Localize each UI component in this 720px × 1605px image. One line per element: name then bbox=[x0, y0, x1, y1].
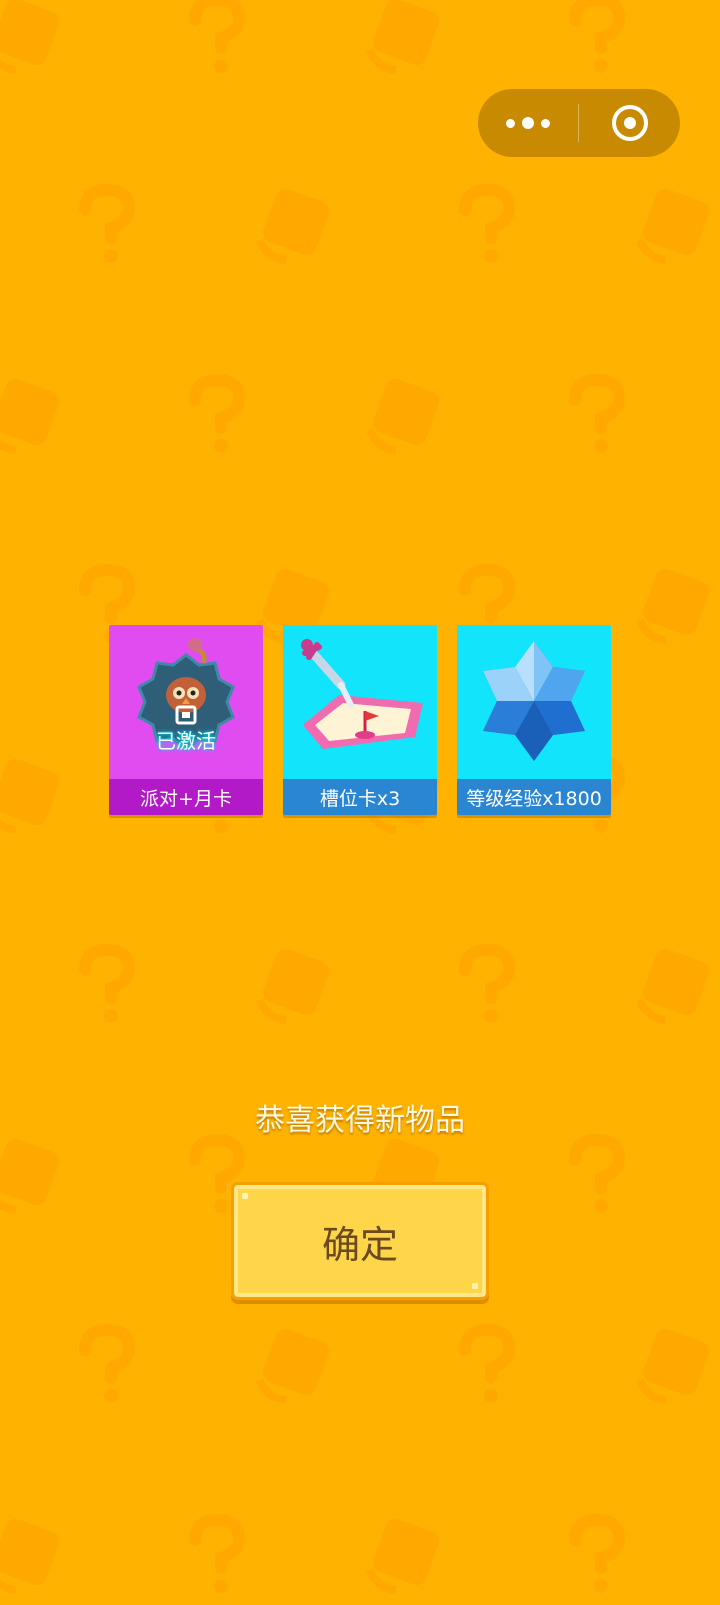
gift-box-icon bbox=[0, 758, 60, 834]
gift-box-icon bbox=[0, 378, 60, 454]
gift-box-icon bbox=[256, 188, 330, 264]
congrats-message: 恭喜获得新物品 bbox=[255, 1103, 465, 1138]
mini-program-capsule bbox=[478, 89, 680, 157]
gift-box-icon bbox=[366, 0, 440, 74]
owl-badge-icon bbox=[137, 638, 235, 751]
question-mark-icon bbox=[189, 1513, 246, 1593]
confirm-label: 确定 bbox=[321, 1222, 398, 1267]
map-dagger-icon bbox=[301, 639, 423, 749]
gift-box-icon bbox=[0, 1138, 60, 1214]
question-mark-icon bbox=[79, 1323, 136, 1403]
reward-items: 已激活 派对+月卡 槽位卡x3 等级经验x1800 bbox=[109, 625, 611, 815]
confirm-button[interactable]: 确定 bbox=[234, 1185, 486, 1297]
question-mark-icon bbox=[569, 1513, 626, 1593]
gift-box-icon bbox=[366, 1518, 440, 1594]
question-mark-icon bbox=[79, 943, 136, 1023]
target-circle-icon bbox=[611, 105, 648, 141]
question-mark-icon bbox=[79, 183, 136, 263]
question-mark-icon bbox=[459, 943, 516, 1023]
gift-box-icon bbox=[0, 0, 60, 74]
question-mark-icon bbox=[459, 1323, 516, 1403]
question-mark-icon bbox=[569, 373, 626, 453]
corner-dot bbox=[242, 1193, 248, 1199]
gift-box-icon bbox=[636, 188, 710, 264]
corner-dot bbox=[472, 1283, 478, 1289]
gift-box-icon bbox=[256, 1328, 330, 1404]
close-button[interactable] bbox=[579, 89, 680, 157]
question-mark-icon bbox=[569, 1133, 626, 1213]
reward-card-party-month[interactable]: 已激活 派对+月卡 bbox=[109, 625, 263, 815]
question-mark-icon bbox=[459, 183, 516, 263]
gift-box-icon bbox=[256, 948, 330, 1024]
activated-badge: 已激活 bbox=[156, 729, 216, 753]
reward-card-exp[interactable]: 等级经验x1800 bbox=[457, 625, 611, 815]
gift-box-icon bbox=[636, 1328, 710, 1404]
more-dots-icon[interactable] bbox=[478, 89, 578, 157]
gift-box-icon bbox=[636, 948, 710, 1024]
reward-label: 槽位卡x3 bbox=[283, 779, 437, 815]
gift-box-icon bbox=[636, 568, 710, 644]
reward-label: 等级经验x1800 bbox=[457, 779, 611, 815]
question-mark-icon bbox=[189, 373, 246, 453]
blue-crystal-icon bbox=[483, 641, 585, 761]
question-mark-icon bbox=[569, 0, 626, 73]
reward-label: 派对+月卡 bbox=[109, 779, 263, 815]
question-mark-icon bbox=[189, 0, 246, 73]
gift-box-icon bbox=[366, 378, 440, 454]
reward-card-slot[interactable]: 槽位卡x3 bbox=[283, 625, 437, 815]
gift-box-icon bbox=[0, 1518, 60, 1594]
